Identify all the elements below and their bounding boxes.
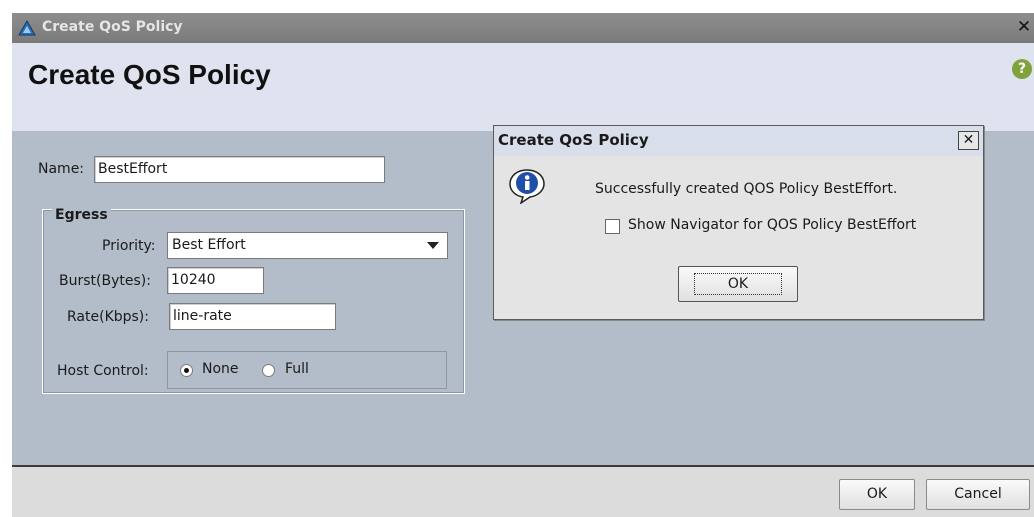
close-icon: ✕ bbox=[962, 132, 975, 148]
dialog-message: Successfully created QOS Policy BestEffo… bbox=[595, 181, 898, 197]
name-input[interactable]: BestEffort bbox=[94, 156, 385, 183]
host-control-label: Host Control: bbox=[57, 363, 149, 379]
window-titlebar[interactable]: Create QoS Policy ✕ bbox=[12, 13, 1034, 43]
egress-legend: Egress bbox=[52, 207, 111, 223]
priority-selected-value: Best Effort bbox=[172, 237, 246, 253]
radio-full[interactable] bbox=[262, 364, 275, 377]
dialog-ok-label: OK bbox=[693, 273, 783, 295]
page-header: Create QoS Policy ? bbox=[12, 43, 1034, 131]
dialog-titlebar[interactable]: Create QoS Policy ✕ bbox=[494, 126, 983, 156]
close-icon: ✕ bbox=[1016, 17, 1032, 37]
radio-full-label[interactable]: Full bbox=[285, 361, 309, 377]
help-icon[interactable]: ? bbox=[1012, 59, 1032, 79]
priority-select[interactable]: Best Effort bbox=[167, 232, 448, 259]
window-title: Create QoS Policy bbox=[42, 19, 183, 35]
radio-none-label[interactable]: None bbox=[202, 361, 239, 377]
priority-label: Priority: bbox=[102, 238, 156, 254]
radio-none[interactable] bbox=[180, 364, 193, 377]
show-navigator-checkbox[interactable] bbox=[605, 219, 620, 234]
info-icon bbox=[509, 169, 545, 204]
success-dialog: Create QoS Policy ✕ Successfully created… bbox=[493, 125, 984, 320]
ok-button[interactable]: OK bbox=[839, 479, 915, 510]
show-navigator-label[interactable]: Show Navigator for QOS Policy BestEffort bbox=[628, 217, 916, 233]
burst-input[interactable]: 10240 bbox=[167, 267, 264, 294]
dialog-close-button[interactable]: ✕ bbox=[958, 131, 979, 150]
name-label: Name: bbox=[38, 161, 85, 177]
create-qos-policy-window: Create QoS Policy ✕ Create QoS Policy ? … bbox=[12, 13, 1034, 517]
rate-input[interactable]: line-rate bbox=[169, 303, 336, 330]
cancel-button[interactable]: Cancel bbox=[926, 479, 1030, 510]
chevron-down-icon[interactable] bbox=[427, 242, 439, 249]
window-close-button[interactable]: ✕ bbox=[1014, 17, 1034, 37]
footer-bar: OK Cancel bbox=[12, 465, 1034, 517]
host-control-group: None Full bbox=[167, 351, 447, 389]
page-title: Create QoS Policy bbox=[28, 59, 271, 90]
rate-label: Rate(Kbps): bbox=[67, 309, 149, 325]
dialog-title: Create QoS Policy bbox=[498, 131, 649, 149]
burst-label: Burst(Bytes): bbox=[59, 273, 151, 289]
dialog-ok-button[interactable]: OK bbox=[678, 266, 798, 302]
network-triangle-icon bbox=[18, 20, 36, 36]
